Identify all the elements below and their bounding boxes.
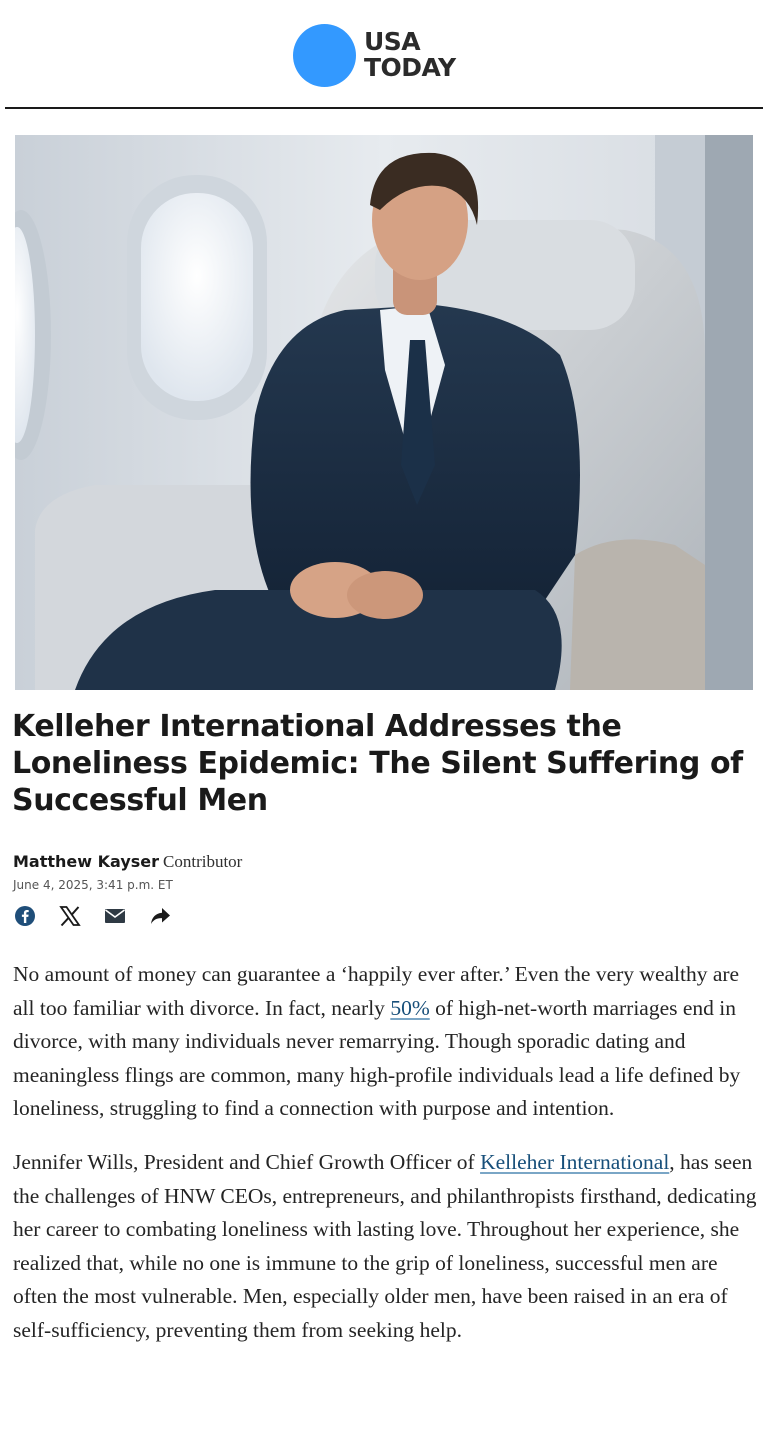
article-headline: Kelleher International Addresses the Lon…	[12, 709, 743, 818]
photo-man-in-airplane-seat-icon	[15, 135, 753, 690]
paragraph-2-text-a: Jennifer Wills, President and Chief Grow…	[13, 1149, 481, 1174]
share-bar	[13, 904, 193, 928]
hero-image	[15, 135, 753, 690]
more-share-button[interactable]	[148, 904, 172, 928]
divorce-statistic-link[interactable]: 50%	[390, 996, 429, 1020]
paragraph-2-text-b: , has seen the challenges of HNW CEOs, e…	[13, 1149, 757, 1342]
logo-wordmark: USA TODAY	[364, 29, 456, 81]
facebook-share-button[interactable]	[13, 904, 37, 928]
author-name[interactable]: Matthew Kayser	[13, 852, 159, 871]
masthead: USA TODAY	[0, 0, 768, 109]
masthead-divider	[5, 107, 763, 109]
article-paragraph-1: No amount of money can guarantee a ‘happ…	[13, 958, 758, 1126]
author-role: Contributor	[163, 852, 243, 871]
email-share-button[interactable]	[103, 904, 127, 928]
share-icon	[151, 908, 170, 924]
article-paragraph-2: Jennifer Wills, President and Chief Grow…	[13, 1146, 758, 1348]
x-share-button[interactable]	[58, 904, 82, 928]
article-body: No amount of money can guarantee a ‘happ…	[13, 958, 758, 1368]
logo-line-1: USA	[364, 27, 421, 56]
publish-date: June 4, 2025, 3:41 p.m. ET	[13, 878, 173, 892]
email-icon	[105, 909, 125, 923]
logo-circle-icon	[293, 23, 356, 87]
byline: Matthew Kayser Contributor	[13, 852, 242, 872]
logo-line-2: TODAY	[364, 53, 456, 82]
facebook-icon	[15, 906, 35, 926]
usa-today-logo[interactable]: USA TODAY	[293, 23, 456, 87]
kelleher-international-link[interactable]: Kelleher International	[480, 1150, 669, 1174]
x-icon	[59, 906, 81, 927]
